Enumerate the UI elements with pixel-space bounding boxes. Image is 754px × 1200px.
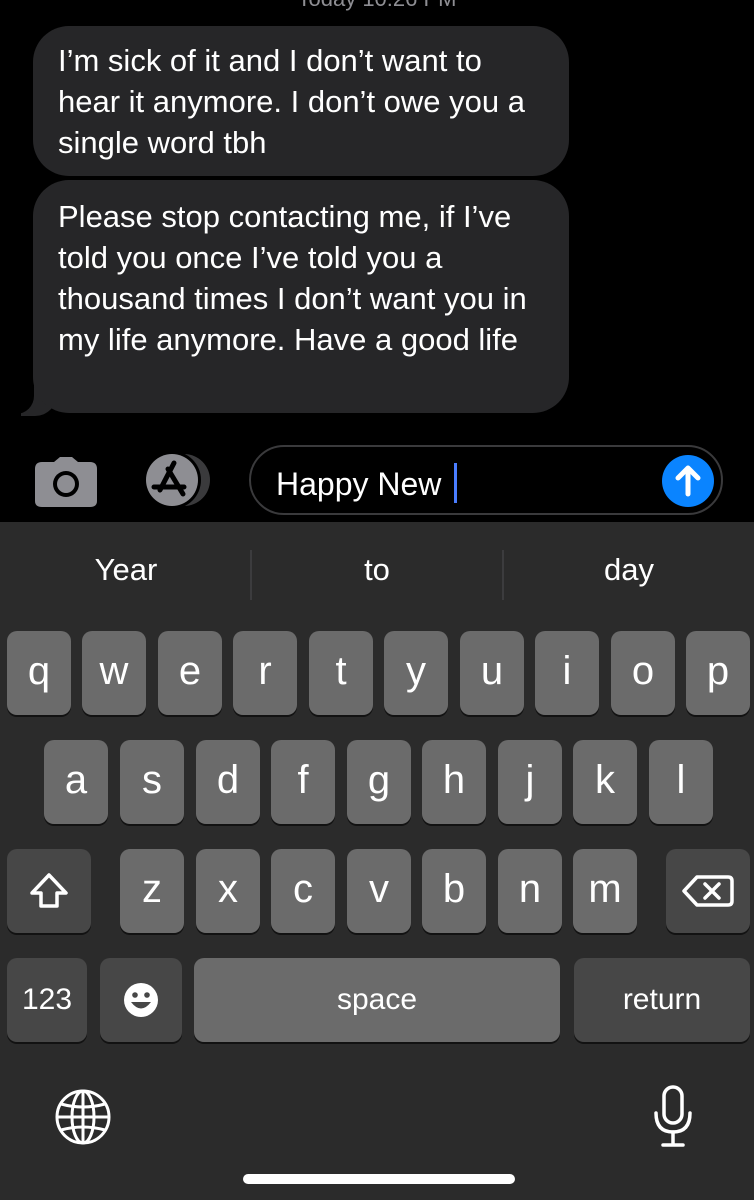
send-button[interactable] bbox=[662, 455, 714, 507]
message-timestamp: Today 10:26 PM bbox=[0, 0, 754, 12]
numbers-key[interactable]: 123 bbox=[7, 958, 87, 1042]
key-h[interactable]: h bbox=[422, 740, 486, 824]
key-o[interactable]: o bbox=[611, 631, 675, 715]
keyboard: Year to day q w e r t y u i o p a s d f … bbox=[0, 522, 754, 1200]
camera-button[interactable] bbox=[34, 456, 98, 508]
key-k[interactable]: k bbox=[573, 740, 637, 824]
shift-icon bbox=[30, 873, 68, 908]
key-c[interactable]: c bbox=[271, 849, 335, 933]
key-f[interactable]: f bbox=[271, 740, 335, 824]
key-p[interactable]: p bbox=[686, 631, 750, 715]
prediction-suggestion[interactable]: to bbox=[252, 552, 502, 588]
key-z[interactable]: z bbox=[120, 849, 184, 933]
dictation-button[interactable] bbox=[651, 1084, 695, 1150]
key-e[interactable]: e bbox=[158, 631, 222, 715]
message-input-text: Happy New bbox=[276, 463, 458, 503]
text-cursor bbox=[454, 463, 458, 503]
key-u[interactable]: u bbox=[460, 631, 524, 715]
key-y[interactable]: y bbox=[384, 631, 448, 715]
microphone-icon bbox=[654, 1085, 692, 1147]
key-i[interactable]: i bbox=[535, 631, 599, 715]
emoji-icon bbox=[124, 983, 158, 1017]
key-w[interactable]: w bbox=[82, 631, 146, 715]
app-store-icon bbox=[143, 451, 210, 509]
key-r[interactable]: r bbox=[233, 631, 297, 715]
key-g[interactable]: g bbox=[347, 740, 411, 824]
camera-icon bbox=[35, 457, 97, 507]
key-t[interactable]: t bbox=[309, 631, 373, 715]
return-key[interactable]: return bbox=[574, 958, 750, 1042]
prediction-suggestion[interactable]: Year bbox=[1, 552, 251, 588]
globe-icon bbox=[55, 1089, 111, 1145]
key-s[interactable]: s bbox=[120, 740, 184, 824]
home-indicator[interactable] bbox=[243, 1174, 515, 1184]
key-n[interactable]: n bbox=[498, 849, 562, 933]
key-v[interactable]: v bbox=[347, 849, 411, 933]
delete-key[interactable] bbox=[666, 849, 750, 933]
space-key[interactable]: space bbox=[194, 958, 560, 1042]
message-bubble-received[interactable]: Please stop contacting me, if I’ve told … bbox=[33, 180, 569, 413]
message-input[interactable]: Happy New bbox=[249, 445, 723, 515]
key-a[interactable]: a bbox=[44, 740, 108, 824]
emoji-key[interactable] bbox=[100, 958, 182, 1042]
key-q[interactable]: q bbox=[7, 631, 71, 715]
backspace-icon bbox=[682, 875, 734, 907]
globe-button[interactable] bbox=[53, 1087, 113, 1147]
key-m[interactable]: m bbox=[573, 849, 637, 933]
message-bubble-received[interactable]: I’m sick of it and I don’t want to hear … bbox=[33, 26, 569, 176]
key-x[interactable]: x bbox=[196, 849, 260, 933]
shift-key[interactable] bbox=[7, 849, 91, 933]
arrow-up-icon bbox=[675, 465, 701, 497]
prediction-suggestion[interactable]: day bbox=[504, 552, 754, 588]
key-b[interactable]: b bbox=[422, 849, 486, 933]
key-l[interactable]: l bbox=[649, 740, 713, 824]
apps-button[interactable] bbox=[140, 451, 216, 509]
key-d[interactable]: d bbox=[196, 740, 260, 824]
key-j[interactable]: j bbox=[498, 740, 562, 824]
